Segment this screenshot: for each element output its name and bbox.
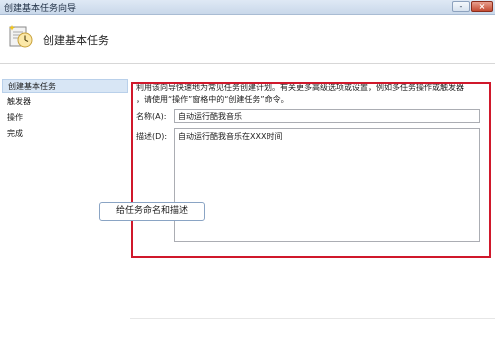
description-label: 描述(D): xyxy=(136,132,168,141)
step-action[interactable]: 操作 xyxy=(2,111,128,125)
window-title: 创建基本任务向导 xyxy=(4,4,77,14)
step-create-basic-task[interactable]: 创建基本任务 xyxy=(2,79,128,93)
intro-line-2: ，请使用“操作”窗格中的“创建任务”命令。 xyxy=(136,95,289,104)
step-trigger[interactable]: 触发器 xyxy=(2,95,128,109)
wizard-header: 创建基本任务 xyxy=(0,15,495,64)
page-title: 创建基本任务 xyxy=(43,34,109,47)
minimize-button[interactable]: - xyxy=(452,1,470,12)
intro-text: 利用该向导快速地为常见任务创建计划。有关更多高级选项或设置，例如多任务操作或触发… xyxy=(136,82,486,106)
annotation-callout: 给任务命名和描述 xyxy=(99,202,205,221)
close-button[interactable]: × xyxy=(471,1,493,12)
name-label: 名称(A): xyxy=(136,112,167,121)
intro-line-1: 利用该向导快速地为常见任务创建计划。有关更多高级选项或设置，例如多任务操作或触发… xyxy=(136,83,464,92)
step-finish[interactable]: 完成 xyxy=(2,127,128,141)
title-bar: 创建基本任务向导 - × xyxy=(0,0,495,15)
footer-divider xyxy=(130,318,495,319)
task-wizard-icon xyxy=(8,24,34,53)
description-input[interactable]: 自动运行酷我音乐在XXX时间 xyxy=(174,128,480,242)
name-input[interactable] xyxy=(174,109,480,123)
